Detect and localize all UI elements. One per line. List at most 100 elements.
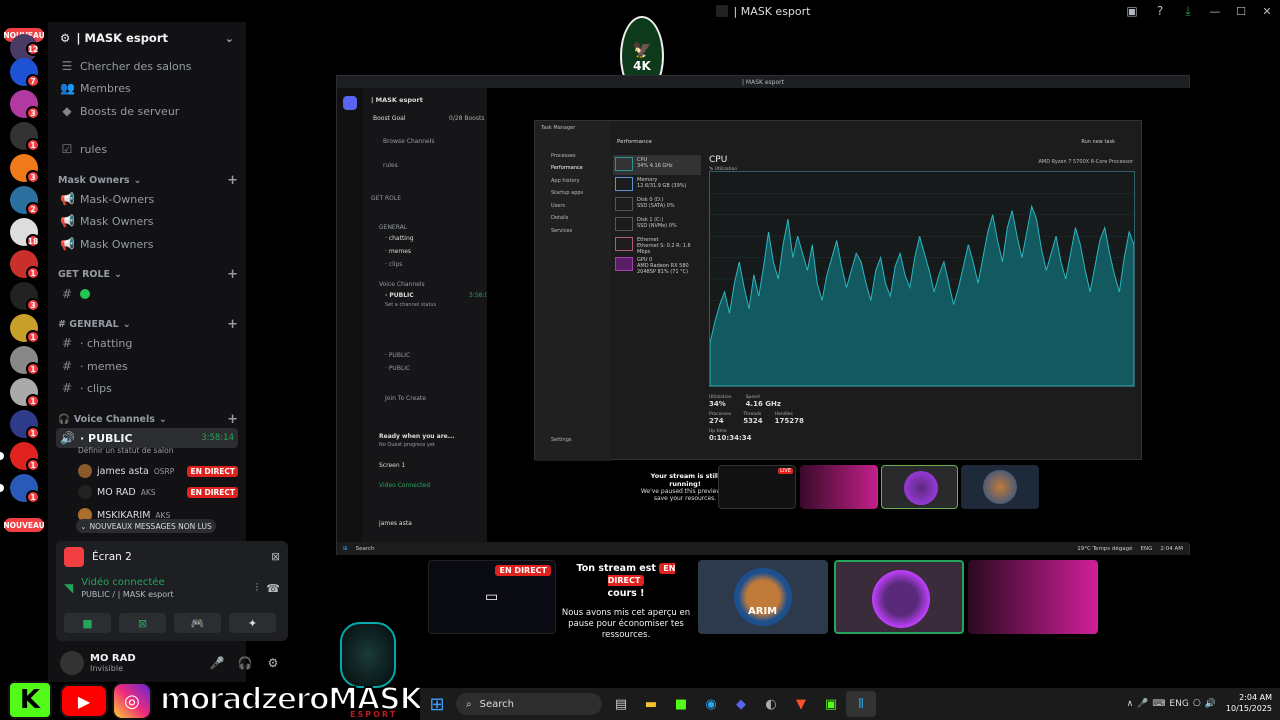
- browse-channels[interactable]: ☰ Chercher des salons: [56, 56, 238, 76]
- channel-mask-owners-1[interactable]: 📢 Mask-Owners: [56, 189, 238, 209]
- channel-clips[interactable]: # · clips: [56, 378, 238, 398]
- language[interactable]: ENG: [1169, 699, 1188, 709]
- mic-icon[interactable]: 🎤: [206, 656, 228, 670]
- tm-ethernet-item[interactable]: Ethernet Ethernet S: 0.2 R: 1.6 Mbps: [613, 235, 701, 255]
- add-channel-icon[interactable]: +: [227, 173, 238, 188]
- channel-label: · clips: [80, 381, 112, 395]
- channel-mask-owners-3[interactable]: 📢 Mask Owners: [56, 234, 238, 254]
- xbox-icon[interactable]: ■: [666, 691, 696, 717]
- big-tile-screen[interactable]: EN DIRECT ▭: [428, 560, 556, 634]
- channel-rules[interactable]: ☑ rules: [56, 139, 238, 159]
- volume-icon[interactable]: 🔊: [1205, 699, 1216, 709]
- edge-icon[interactable]: ◉: [696, 691, 726, 717]
- server-header[interactable]: ⚙ | MASK esport ⌄: [48, 22, 246, 54]
- cat-label: GET ROLE: [58, 268, 111, 280]
- chevron-icon: ⌄: [114, 268, 122, 280]
- tm-cpu-item[interactable]: CPU 34% 4.16 GHz: [613, 155, 701, 175]
- tm-settings[interactable]: Settings: [551, 437, 572, 443]
- nested-start-icon: ⊞: [343, 545, 348, 552]
- new-messages-banner[interactable]: ⌄ NOUVEAUX MESSAGES NON LUS: [76, 519, 216, 533]
- tray-chevron-icon[interactable]: ∧: [1127, 699, 1134, 709]
- category-general[interactable]: # GENERAL ⌄ +: [58, 316, 238, 332]
- screen-share-button[interactable]: ⊠: [119, 613, 166, 633]
- avatar[interactable]: [60, 651, 84, 675]
- big-tile-avatar-karim[interactable]: ARIM: [698, 560, 828, 634]
- tm-disk0-item[interactable]: Disk 0 (D:) SSD (SATA) 0%: [613, 195, 701, 215]
- tm-nav-item[interactable]: Users: [551, 203, 565, 209]
- kick-icon[interactable]: ▣: [816, 691, 846, 717]
- brave-icon[interactable]: ▼: [786, 691, 816, 717]
- taskbar-search[interactable]: ⌕ Search: [456, 693, 602, 715]
- keyboard-icon[interactable]: ⌨: [1152, 699, 1165, 709]
- settings-icon[interactable]: ⚙: [262, 656, 284, 670]
- nested-server-rail: [337, 88, 363, 544]
- small-tile-cam[interactable]: [800, 465, 878, 509]
- download-icon[interactable]: ⤓: [1174, 0, 1202, 22]
- nested-public: · PUBLIC: [385, 292, 414, 299]
- start-button[interactable]: ⊞: [424, 691, 450, 717]
- small-tile-avatar-1[interactable]: [881, 465, 958, 509]
- add-channel-icon[interactable]: +: [227, 412, 238, 427]
- small-tile-avatar-2[interactable]: [961, 465, 1039, 509]
- big-tile-cam[interactable]: [968, 560, 1098, 634]
- channel-role[interactable]: #: [56, 284, 238, 304]
- task-view-icon[interactable]: ▤: [606, 691, 636, 717]
- category-mask-owners[interactable]: Mask Owners ⌄ +: [58, 172, 238, 188]
- add-channel-icon[interactable]: +: [227, 317, 238, 332]
- signal-icon: ◥: [64, 581, 74, 595]
- nested-server-name: | MASK esport: [371, 96, 423, 104]
- help-icon[interactable]: ?: [1146, 0, 1174, 22]
- channel-mask-owners-2[interactable]: 📢 Mask Owners: [56, 211, 238, 231]
- tm-nav-item[interactable]: Services: [551, 228, 572, 234]
- tm-nav-item[interactable]: Performance: [551, 165, 583, 171]
- soundboard-button[interactable]: ✦: [229, 613, 276, 633]
- tm-nav-item[interactable]: App history: [551, 178, 580, 184]
- tm-nav-item[interactable]: Startup apps: [551, 190, 583, 196]
- network-icon[interactable]: ⎔: [1193, 699, 1201, 709]
- inbox-icon[interactable]: ▣: [1118, 0, 1146, 22]
- file-explorer-icon[interactable]: ▬: [636, 691, 666, 717]
- close-button[interactable]: ✕: [1254, 0, 1280, 22]
- channel-memes[interactable]: # · memes: [56, 356, 238, 376]
- badge: 1: [26, 426, 40, 440]
- add-channel-icon[interactable]: +: [227, 267, 238, 282]
- badge: 1: [26, 394, 40, 408]
- channel-chatting[interactable]: # · chatting: [56, 333, 238, 353]
- tm-run-task[interactable]: Run new task: [1081, 139, 1115, 145]
- tm-disk1-item[interactable]: Disk 1 (C:) SSD (NVMe) 0%: [613, 215, 701, 235]
- voice-channel-public[interactable]: 🔊 · PUBLIC 3:58:14: [56, 428, 238, 448]
- tm-gpu-item[interactable]: GPU 0 AMD Radeon RX 580 2048SP 81% (71 °C…: [613, 255, 701, 275]
- avatar: [904, 471, 938, 505]
- cpu-graph: [709, 171, 1135, 387]
- tm-cpu-title: CPU: [709, 155, 728, 165]
- category-voice[interactable]: 🎧 Voice Channels ⌄ +: [58, 411, 238, 427]
- camera-button[interactable]: ■: [64, 613, 111, 633]
- vc-user[interactable]: MO RAD AKS EN DIRECT: [78, 483, 238, 501]
- disconnect-icon[interactable]: ☎: [266, 582, 280, 595]
- noise-icon[interactable]: ⫶: [256, 581, 259, 595]
- discord-icon[interactable]: ◆: [726, 691, 756, 717]
- tm-nav-item[interactable]: Processes: [551, 153, 576, 159]
- tm-memory-item[interactable]: Memory 12.6/31.9 GB (39%): [613, 175, 701, 195]
- headset-icon[interactable]: 🎧: [234, 656, 256, 670]
- voice-channel[interactable]: PUBLIC / | MASK esport: [81, 590, 173, 599]
- members-label: Membres: [80, 81, 131, 95]
- user-panel: MO RAD Invisible 🎤 🎧 ⚙: [56, 648, 288, 678]
- members[interactable]: 👥 Membres: [56, 78, 238, 98]
- category-get-role[interactable]: GET ROLE ⌄ +: [58, 266, 238, 282]
- big-tile-avatar-morad[interactable]: [834, 560, 964, 634]
- small-tile-screen[interactable]: LIVE: [718, 465, 796, 509]
- tm-nav-item[interactable]: Details: [551, 215, 568, 221]
- mask-logo: [340, 622, 396, 688]
- popout-icon[interactable]: ⊠: [271, 551, 280, 563]
- steam-icon[interactable]: ◐: [756, 691, 786, 717]
- mic-icon[interactable]: 🎤: [1137, 699, 1148, 709]
- activity-button[interactable]: 🎮: [174, 613, 221, 633]
- minimize-button[interactable]: —: [1202, 0, 1228, 22]
- vc-user[interactable]: james asta OSRP EN DIRECT: [78, 462, 238, 480]
- clock[interactable]: 2:04 AM 10/15/2025: [1226, 693, 1272, 715]
- task-manager-icon[interactable]: ⫴: [846, 691, 876, 717]
- server-boosts[interactable]: ◆ Boosts de serveur: [56, 101, 238, 121]
- maximize-button[interactable]: ☐: [1228, 0, 1254, 22]
- voice-status[interactable]: Définir un statut de salon: [78, 446, 173, 455]
